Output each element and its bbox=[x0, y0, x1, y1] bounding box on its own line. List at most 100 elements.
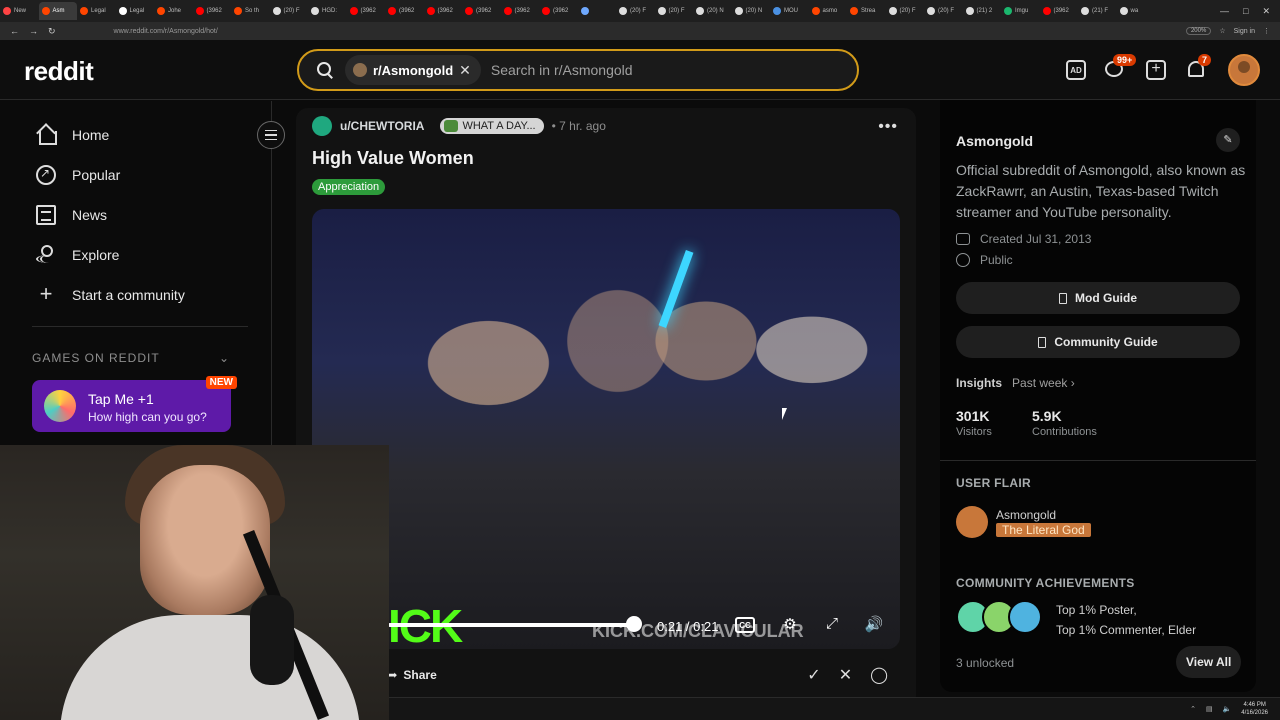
maximize-icon[interactable]: □ bbox=[1243, 6, 1248, 17]
tab-favicon-icon bbox=[927, 7, 935, 15]
community-name: Asmongold bbox=[956, 133, 1033, 149]
browser-tab[interactable]: (3962 bbox=[385, 2, 423, 20]
collapse-sidebar-button[interactable] bbox=[257, 121, 285, 149]
post-author[interactable]: u/CHEWTORIA bbox=[340, 119, 424, 133]
reddit-logo[interactable]: reddit bbox=[24, 56, 94, 87]
browser-tab[interactable]: Strea bbox=[847, 2, 885, 20]
insights-period-dropdown[interactable]: Past week › bbox=[1012, 376, 1075, 390]
settings-gear-icon[interactable]: ⚙ bbox=[779, 615, 801, 635]
browser-tab[interactable]: (3962 bbox=[347, 2, 385, 20]
tray-chevron-icon[interactable]: ⌃ bbox=[1190, 705, 1196, 713]
tab-label: (3962 bbox=[399, 8, 415, 14]
browser-tab[interactable]: asmo bbox=[809, 2, 847, 20]
remove-scope-icon[interactable]: ✕ bbox=[459, 62, 471, 79]
bookmark-icon[interactable]: ☆ bbox=[1219, 27, 1225, 35]
edit-pencil-icon[interactable]: ✎ bbox=[1216, 128, 1240, 152]
popular-icon bbox=[36, 165, 56, 185]
tab-favicon-icon bbox=[465, 7, 473, 15]
browser-tab[interactable]: (21) 2 bbox=[963, 2, 1001, 20]
notifications-icon[interactable]: 7 bbox=[1186, 54, 1212, 80]
browser-tab[interactable]: New bbox=[0, 2, 38, 20]
browser-tab[interactable]: (20) F bbox=[886, 2, 924, 20]
mod-guide-button[interactable]: Mod Guide bbox=[956, 282, 1240, 314]
sidebar-item-popular[interactable]: Popular bbox=[36, 165, 120, 185]
browser-tab[interactable]: (20) F bbox=[924, 2, 962, 20]
author-avatar[interactable] bbox=[312, 116, 332, 136]
plus-icon: + bbox=[39, 281, 53, 306]
shield-icon[interactable]: ◯ bbox=[870, 665, 888, 685]
browser-tab[interactable]: MOU bbox=[770, 2, 808, 20]
volume-icon[interactable]: 🔊 bbox=[863, 615, 885, 635]
advertise-icon[interactable]: AD bbox=[1066, 60, 1086, 80]
browser-tab[interactable]: wa bbox=[1117, 2, 1155, 20]
browser-tab[interactable]: (3962 bbox=[1040, 2, 1078, 20]
browser-tab[interactable]: (3962 bbox=[424, 2, 462, 20]
insights-period-text: Past week bbox=[1012, 376, 1068, 390]
browser-tab[interactable]: (3962 bbox=[193, 2, 231, 20]
reload-icon[interactable]: ↻ bbox=[48, 26, 56, 37]
captions-icon[interactable]: CC bbox=[735, 617, 755, 633]
video-player[interactable]: ICK KICK.COM/CLAVICULAR 0:21 / 0:21 CC ⚙… bbox=[312, 209, 900, 649]
approve-icon[interactable]: ✓ bbox=[807, 665, 820, 685]
system-clock[interactable]: 4:46 PM 4/16/2026 bbox=[1241, 701, 1268, 717]
game-card-tap-me[interactable]: Tap Me +1 How high can you go? NEW bbox=[32, 376, 237, 432]
browser-tab[interactable]: (20) F bbox=[270, 2, 308, 20]
browser-tab[interactable]: So th bbox=[231, 2, 269, 20]
sidebar-item-news[interactable]: News bbox=[36, 205, 107, 225]
browser-tab[interactable]: (3962 bbox=[462, 2, 500, 20]
browser-tab[interactable]: (20) F bbox=[655, 2, 693, 20]
network-icon[interactable]: ▤ bbox=[1206, 705, 1213, 713]
browser-tab[interactable]: Legal bbox=[77, 2, 115, 20]
browser-tab[interactable]: HGD: bbox=[308, 2, 346, 20]
browser-tab[interactable]: (3962 bbox=[501, 2, 539, 20]
user-flair-tag[interactable]: The Literal God bbox=[996, 523, 1091, 537]
search-input[interactable] bbox=[490, 62, 821, 78]
tab-label: Imgu bbox=[1015, 8, 1029, 14]
back-icon[interactable]: ← bbox=[10, 26, 19, 37]
games-section-header[interactable]: GAMES ON REDDIT ⌄ bbox=[32, 351, 230, 365]
tab-label: (3962 bbox=[206, 8, 222, 14]
achievement-badges[interactable] bbox=[956, 600, 1042, 634]
browser-tab[interactable]: Johe bbox=[154, 2, 192, 20]
sidebar-divider bbox=[32, 326, 248, 327]
search-scope-chip[interactable]: r/Asmongold ✕ bbox=[345, 55, 481, 85]
minimize-icon[interactable]: — bbox=[1220, 6, 1229, 17]
remove-icon[interactable]: ✕ bbox=[839, 665, 852, 685]
close-icon[interactable]: ✕ bbox=[1262, 6, 1270, 17]
url-field[interactable]: www.reddit.com/r/Asmongold/hot/ bbox=[114, 28, 218, 35]
browser-tab[interactable]: (20) F bbox=[616, 2, 654, 20]
fullscreen-icon[interactable]: ⤢ bbox=[821, 615, 843, 635]
browser-tab[interactable]: Imgu bbox=[1001, 2, 1039, 20]
sidebar-item-home[interactable]: Home bbox=[36, 125, 109, 145]
post-flair[interactable]: Appreciation bbox=[312, 179, 386, 195]
search-bar[interactable]: r/Asmongold ✕ bbox=[297, 49, 859, 91]
forward-icon[interactable]: → bbox=[29, 26, 38, 37]
view-all-button[interactable]: View All bbox=[1176, 646, 1242, 678]
browser-tab[interactable]: (3962 bbox=[539, 2, 577, 20]
post-title[interactable]: High Value Women bbox=[312, 148, 474, 169]
sidebar-item-explore[interactable]: Explore bbox=[36, 245, 119, 265]
browser-tab[interactable]: (21) F bbox=[1078, 2, 1116, 20]
tab-label: Asm bbox=[52, 8, 65, 14]
browser-tab[interactable]: (20) N bbox=[732, 2, 770, 20]
chat-icon[interactable]: 99+ bbox=[1105, 54, 1137, 80]
more-options-icon[interactable]: ••• bbox=[878, 118, 898, 136]
achievements-unlocked: 3 unlocked bbox=[956, 656, 1015, 670]
browser-tab[interactable]: Asm bbox=[38, 2, 77, 20]
share-label: Share bbox=[403, 668, 437, 682]
volume-tray-icon[interactable]: 🔈 bbox=[1223, 705, 1232, 713]
chevron-down-icon: ⌄ bbox=[218, 351, 230, 365]
menu-icon[interactable]: ⋮ bbox=[1263, 27, 1270, 35]
browser-tab[interactable]: (20) N bbox=[693, 2, 731, 20]
browser-tab[interactable] bbox=[578, 2, 616, 20]
video-progress-handle[interactable] bbox=[626, 616, 642, 632]
sidebar-item-start-community[interactable]: + Start a community bbox=[36, 281, 185, 306]
zoom-indicator[interactable]: 200% bbox=[1185, 27, 1212, 35]
video-progress-bar[interactable] bbox=[388, 623, 633, 627]
browser-tab[interactable]: Legal bbox=[116, 2, 154, 20]
create-post-icon[interactable]: + bbox=[1146, 60, 1166, 80]
stat-label: Visitors bbox=[956, 426, 992, 438]
community-guide-button[interactable]: Community Guide bbox=[956, 326, 1240, 358]
user-avatar[interactable] bbox=[1228, 54, 1260, 86]
sign-in-button[interactable]: Sign in bbox=[1234, 28, 1255, 35]
